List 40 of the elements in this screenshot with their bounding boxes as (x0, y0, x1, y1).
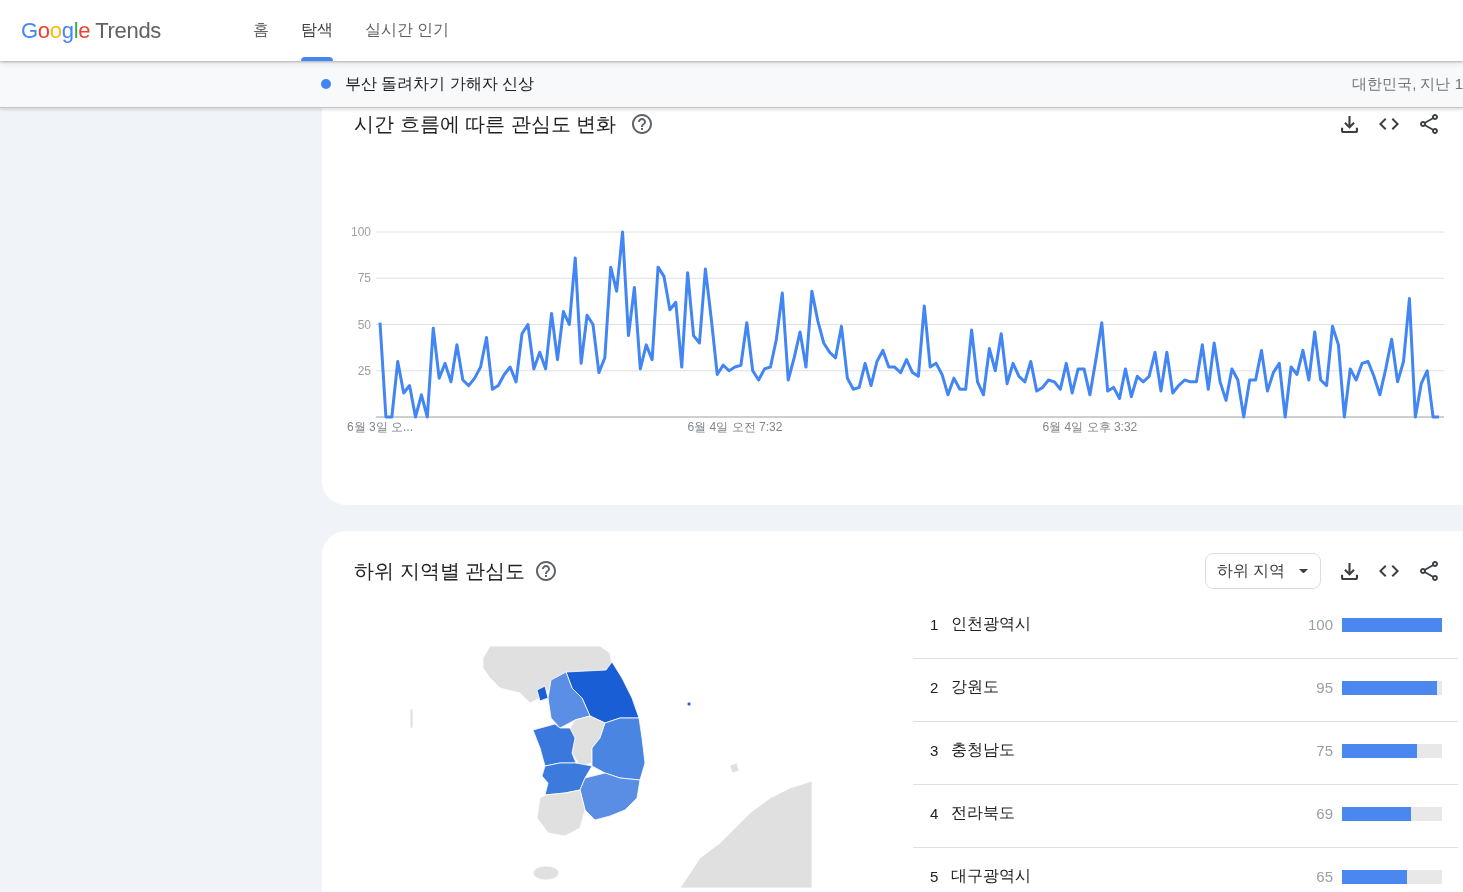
card-title: 하위 지역별 관심도 (354, 558, 526, 584)
region-name[interactable]: 인천광역시 (951, 614, 1308, 635)
region-value: 69 (1316, 805, 1333, 822)
region-rank: 1 (930, 616, 940, 633)
download-icon (1340, 562, 1358, 580)
card-title: 시간 흐름에 따른 관심도 변화 (354, 111, 617, 137)
y-axis-label: 100 (350, 225, 371, 239)
x-axis-label: 6월 4일 오전 7:32 (687, 420, 783, 434)
region-value: 75 (1316, 742, 1333, 759)
search-term[interactable]: 부산 돌려차기 가해자 신상 (345, 73, 535, 95)
code-icon (1379, 565, 1399, 577)
region-rank: 4 (930, 805, 940, 822)
region-name[interactable]: 충청남도 (951, 740, 1317, 761)
x-axis-label: 6월 4일 오후 3:32 (1042, 420, 1138, 434)
region-value: 95 (1316, 679, 1333, 696)
region-value: 65 (1316, 868, 1333, 885)
region-value: 100 (1307, 616, 1333, 633)
nav-tab[interactable]: 실시간 인기 (349, 0, 466, 61)
y-axis-label: 75 (357, 271, 371, 286)
region-name[interactable]: 대구광역시 (951, 866, 1317, 887)
nav-tab[interactable]: 탐색 (285, 0, 349, 61)
download-icon (1340, 115, 1358, 133)
help-icon[interactable] (632, 114, 653, 134)
region-name[interactable]: 전라북도 (951, 803, 1317, 824)
logo[interactable]: Google Trends (0, 0, 237, 61)
filter-summary: 대한민국, 지난 1 (1352, 74, 1463, 94)
region-rank: 2 (930, 679, 940, 696)
help-icon[interactable] (536, 561, 557, 581)
nav-tab[interactable]: 홈 (237, 0, 285, 61)
region-rank: 3 (930, 742, 940, 759)
region-name[interactable]: 강원도 (951, 677, 1317, 698)
region-rank: 5 (930, 868, 940, 885)
code-icon (1379, 118, 1399, 130)
y-axis-label: 25 (357, 363, 371, 378)
region-level-dropdown[interactable]: 하위 지역 (1204, 553, 1321, 589)
share-icon (1420, 114, 1438, 134)
y-axis-label: 50 (357, 317, 371, 332)
caret-icon (1299, 568, 1308, 574)
share-icon (1420, 561, 1438, 581)
x-axis-label: 6월 3일 오... (347, 420, 413, 434)
